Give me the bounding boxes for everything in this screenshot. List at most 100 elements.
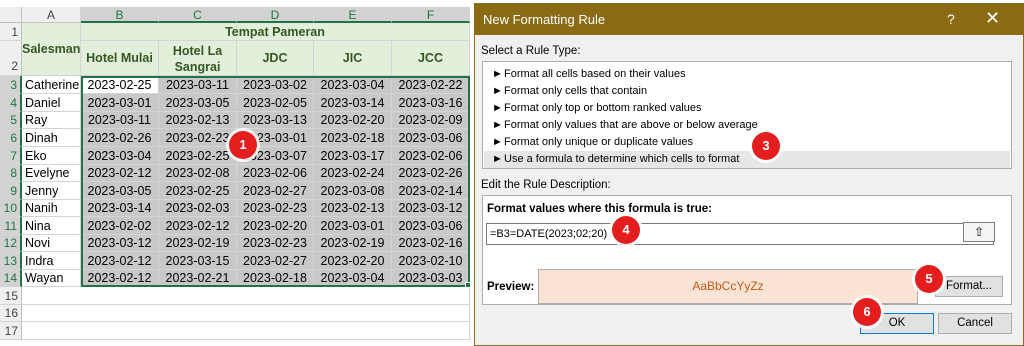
date-cell[interactable]: 2023-02-10 (392, 252, 470, 270)
row-header-1[interactable]: 1 (0, 23, 22, 41)
date-cell[interactable]: 2023-03-01 (81, 94, 159, 112)
date-cell[interactable]: 2023-02-23 (237, 200, 314, 217)
date-cell[interactable]: 2023-02-13 (159, 112, 237, 129)
date-cell[interactable]: 2023-02-27 (237, 182, 314, 200)
date-cell[interactable]: 2023-03-04 (314, 76, 392, 94)
date-cell[interactable]: 2023-02-22 (392, 76, 470, 94)
date-cell[interactable]: 2023-02-12 (159, 217, 237, 235)
format-button[interactable]: Format... (935, 276, 1003, 297)
date-cell[interactable]: 2023-02-13 (314, 200, 392, 217)
date-cell[interactable]: 2023-03-04 (81, 147, 159, 165)
column-header-c[interactable]: C (159, 7, 237, 23)
date-cell[interactable]: 2023-02-19 (314, 235, 392, 252)
salesman-cell[interactable]: Nina (22, 217, 81, 235)
dialog-title-bar[interactable]: New Formatting Rule ? ✕ (475, 4, 1023, 35)
row-header-7[interactable]: 7 (0, 147, 22, 165)
date-cell[interactable]: 2023-02-26 (392, 165, 470, 182)
date-cell[interactable]: 2023-03-06 (392, 217, 470, 235)
column-header-b[interactable]: B (81, 7, 159, 23)
salesman-cell[interactable]: Ray (22, 112, 81, 129)
date-cell[interactable]: 2023-02-12 (81, 252, 159, 270)
date-cell[interactable]: 2023-03-17 (314, 147, 392, 165)
row-header-16[interactable]: 16 (0, 305, 22, 322)
venue-header-hotel-la-sangrai[interactable]: Hotel La Sangrai (159, 41, 237, 76)
venue-header-jcc[interactable]: JCC (392, 41, 470, 76)
date-cell[interactable]: 2023-03-16 (392, 94, 470, 112)
row-header-13[interactable]: 13 (0, 252, 22, 270)
salesman-cell[interactable]: Indra (22, 252, 81, 270)
help-icon[interactable]: ? (947, 11, 955, 27)
date-cell[interactable]: 2023-02-25 (159, 182, 237, 200)
date-cell[interactable]: 2023-02-12 (81, 270, 159, 287)
date-cell[interactable]: 2023-02-05 (237, 94, 314, 112)
venue-header-hotel-mulai[interactable]: Hotel Mulai (81, 41, 159, 76)
rule-type-item[interactable]: ►Format only values that are above or be… (484, 117, 1010, 134)
date-cell[interactable]: 2023-02-23 (237, 235, 314, 252)
venue-header-jdc[interactable]: JDC (237, 41, 314, 76)
date-cell[interactable]: 2023-02-26 (81, 129, 159, 147)
date-cell[interactable]: 2023-03-05 (81, 182, 159, 200)
row-header-12[interactable]: 12 (0, 235, 22, 252)
date-cell[interactable]: 2023-03-11 (81, 112, 159, 129)
rule-type-item[interactable]: ►Format only cells that contain (484, 83, 1010, 100)
empty-row-16[interactable] (22, 305, 470, 322)
date-cell[interactable]: 2023-02-18 (314, 129, 392, 147)
row-header-10[interactable]: 10 (0, 200, 22, 217)
rule-type-item[interactable]: ►Format only unique or duplicate values (484, 134, 1010, 151)
date-cell[interactable]: 2023-02-09 (392, 112, 470, 129)
collapse-dialog-icon[interactable]: ⇧ (963, 222, 995, 242)
date-cell[interactable]: 2023-03-03 (392, 270, 470, 287)
date-cell[interactable]: 2023-03-12 (392, 200, 470, 217)
date-cell[interactable]: 2023-03-05 (159, 94, 237, 112)
rule-type-item-selected[interactable]: ►Use a formula to determine which cells … (484, 151, 1010, 168)
date-cell[interactable]: 2023-02-27 (237, 252, 314, 270)
row-header-17[interactable]: 17 (0, 322, 22, 340)
date-cell[interactable]: 2023-03-14 (81, 200, 159, 217)
date-cell[interactable]: 2023-02-18 (237, 270, 314, 287)
date-cell[interactable]: 2023-02-20 (314, 112, 392, 129)
date-cell[interactable]: 2023-03-08 (314, 182, 392, 200)
row-header-2[interactable]: 2 (0, 41, 22, 76)
salesman-cell[interactable]: Evelyne (22, 165, 81, 182)
empty-row-15[interactable] (22, 287, 470, 305)
date-cell[interactable]: 2023-03-11 (159, 76, 237, 94)
row-header-15[interactable]: 15 (0, 287, 22, 305)
date-cell[interactable]: 2023-02-21 (159, 270, 237, 287)
salesman-cell[interactable]: Novi (22, 235, 81, 252)
date-cell[interactable]: 2023-02-02 (81, 217, 159, 235)
select-all-corner[interactable] (0, 7, 22, 23)
column-header-e[interactable]: E (314, 7, 392, 23)
fill-handle[interactable] (465, 282, 471, 288)
close-icon[interactable]: ✕ (985, 8, 1000, 29)
date-cell[interactable]: 2023-03-01 (314, 217, 392, 235)
row-header-14[interactable]: 14 (0, 270, 22, 287)
date-cell[interactable]: 2023-02-25 (159, 147, 237, 165)
column-header-d[interactable]: D (237, 7, 314, 23)
rule-type-item[interactable]: ►Format only top or bottom ranked values (484, 100, 1010, 117)
row-header-6[interactable]: 6 (0, 129, 22, 147)
rule-type-list[interactable]: ►Format all cells based on their values … (482, 61, 1012, 169)
empty-row-17[interactable] (22, 322, 470, 340)
column-header-a[interactable]: A (22, 7, 81, 23)
date-cell[interactable]: 2023-02-12 (81, 165, 159, 182)
salesman-cell[interactable]: Daniel (22, 94, 81, 112)
active-cell[interactable]: 2023-02-25 (81, 76, 159, 94)
date-cell[interactable]: 2023-03-04 (314, 270, 392, 287)
salesman-cell[interactable]: Catherine (22, 76, 81, 94)
salesman-header[interactable]: Salesman (22, 23, 81, 76)
date-cell[interactable]: 2023-03-12 (81, 235, 159, 252)
date-cell[interactable]: 2023-02-20 (314, 252, 392, 270)
date-cell[interactable]: 2023-02-14 (392, 182, 470, 200)
date-cell[interactable]: 2023-02-24 (314, 165, 392, 182)
row-header-5[interactable]: 5 (0, 112, 22, 129)
date-cell[interactable]: 2023-02-06 (237, 165, 314, 182)
date-cell[interactable]: 2023-02-19 (159, 235, 237, 252)
salesman-cell[interactable]: Nanih (22, 200, 81, 217)
date-cell[interactable]: 2023-03-14 (314, 94, 392, 112)
salesman-cell[interactable]: Eko (22, 147, 81, 165)
cancel-button[interactable]: Cancel (938, 313, 1012, 334)
rule-type-item[interactable]: ►Format all cells based on their values (484, 66, 1010, 83)
date-cell[interactable]: 2023-03-02 (237, 76, 314, 94)
date-cell[interactable]: 2023-03-15 (159, 252, 237, 270)
row-header-4[interactable]: 4 (0, 94, 22, 112)
